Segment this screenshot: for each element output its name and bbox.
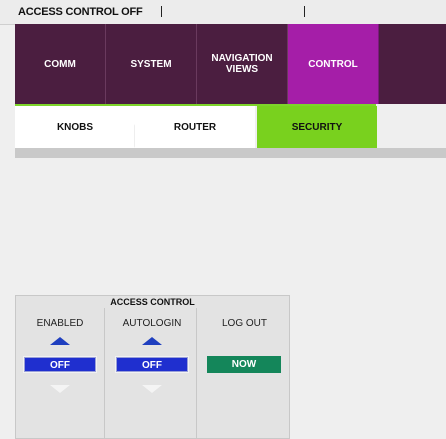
tab-control[interactable]: CONTROL (288, 24, 379, 104)
autologin-down-arrow-icon[interactable] (142, 385, 162, 393)
logout-label: LOG OUT (221, 318, 267, 329)
tab-router-label: ROUTER (173, 121, 217, 133)
logout-column: LOG OUT NOW (200, 308, 289, 439)
header-divider (15, 148, 446, 158)
tab-knobs-label: KNOBS (56, 121, 94, 133)
tab-knobs[interactable]: KNOBS (15, 106, 141, 148)
tab-navigation-views-label: NAVIGATION VIEWS (211, 53, 273, 75)
tab-security[interactable]: SECURITY (257, 106, 377, 148)
autologin-column: AUTOLOGIN OFF (108, 308, 197, 439)
enabled-toggle-button[interactable]: OFF (23, 356, 97, 373)
access-control-status: ACCESS CONTROL OFF (18, 6, 143, 18)
enabled-up-arrow-icon[interactable] (50, 337, 70, 345)
autologin-label: AUTOLOGIN (122, 318, 182, 329)
panel-title: ACCESS CONTROL (110, 297, 195, 307)
logout-now-button[interactable]: NOW (207, 356, 281, 373)
tab-navigation-views[interactable]: NAVIGATION VIEWS (197, 24, 288, 104)
autologin-toggle-button[interactable]: OFF (115, 356, 189, 373)
enabled-column: ENABLED OFF (16, 308, 105, 439)
tab-comm[interactable]: COMM (15, 24, 106, 104)
main-nav-empty (379, 24, 446, 104)
access-control-panel: ACCESS CONTROL ENABLED OFF AUTOLOGIN OFF… (15, 295, 290, 439)
status-bar: ACCESS CONTROL OFF (0, 0, 446, 25)
sub-nav: KNOBS ROUTER SECURITY (15, 104, 446, 148)
tab-router[interactable]: ROUTER (135, 106, 255, 148)
enabled-down-arrow-icon[interactable] (50, 385, 70, 393)
main-nav: COMM SYSTEM NAVIGATION VIEWS CONTROL (15, 24, 446, 104)
tab-system[interactable]: SYSTEM (106, 24, 197, 104)
status-separator (304, 6, 305, 17)
autologin-up-arrow-icon[interactable] (142, 337, 162, 345)
enabled-label: ENABLED (36, 318, 84, 329)
tab-security-label: SECURITY (291, 121, 343, 133)
status-separator (161, 6, 162, 17)
